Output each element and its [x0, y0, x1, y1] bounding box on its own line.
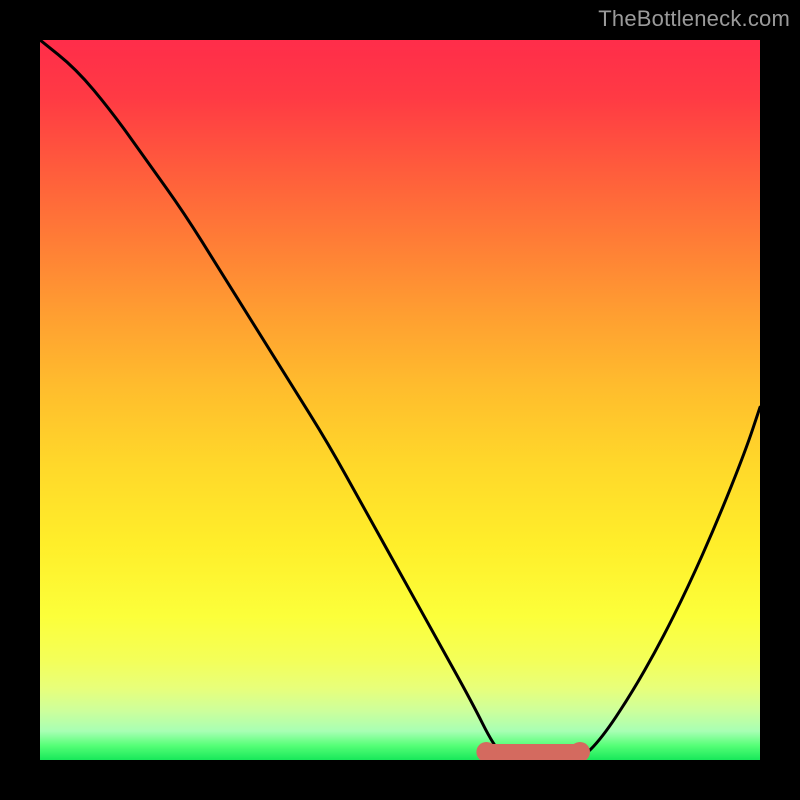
chart-frame: TheBottleneck.com: [0, 0, 800, 800]
bottleneck-curve: [40, 40, 760, 760]
plot-area: [40, 40, 760, 760]
watermark: TheBottleneck.com: [598, 6, 790, 32]
curve-layer: [40, 40, 760, 760]
